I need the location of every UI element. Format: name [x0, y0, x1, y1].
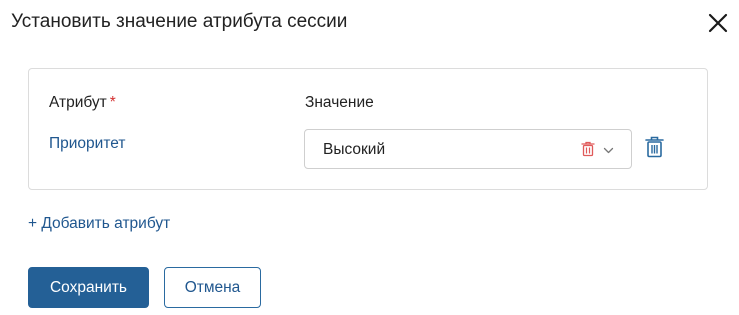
value-column-header: Значение	[305, 94, 374, 111]
add-attribute-link[interactable]: + Добавить атрибут	[28, 215, 170, 233]
value-select-text: Высокий	[323, 141, 386, 158]
close-button[interactable]	[706, 11, 730, 35]
trash-icon[interactable]	[581, 141, 595, 157]
trash-icon	[645, 136, 664, 158]
required-mark: *	[109, 94, 116, 111]
cancel-button[interactable]: Отмена	[164, 267, 261, 308]
attribute-header-label: Атрибут	[49, 94, 107, 111]
attribute-column-header: Атрибут *	[49, 94, 116, 112]
dialog-title: Установить значение атрибута сессии	[11, 11, 348, 32]
attribute-name-link[interactable]: Приоритет	[49, 135, 125, 153]
chevron-down-icon[interactable]	[603, 143, 614, 154]
attributes-table: Атрибут * Значение Приоритет Высокий	[28, 68, 708, 190]
close-icon	[708, 13, 728, 33]
delete-row-button[interactable]	[645, 136, 664, 158]
save-button[interactable]: Сохранить	[28, 267, 149, 308]
value-select[interactable]: Высокий	[304, 129, 632, 169]
